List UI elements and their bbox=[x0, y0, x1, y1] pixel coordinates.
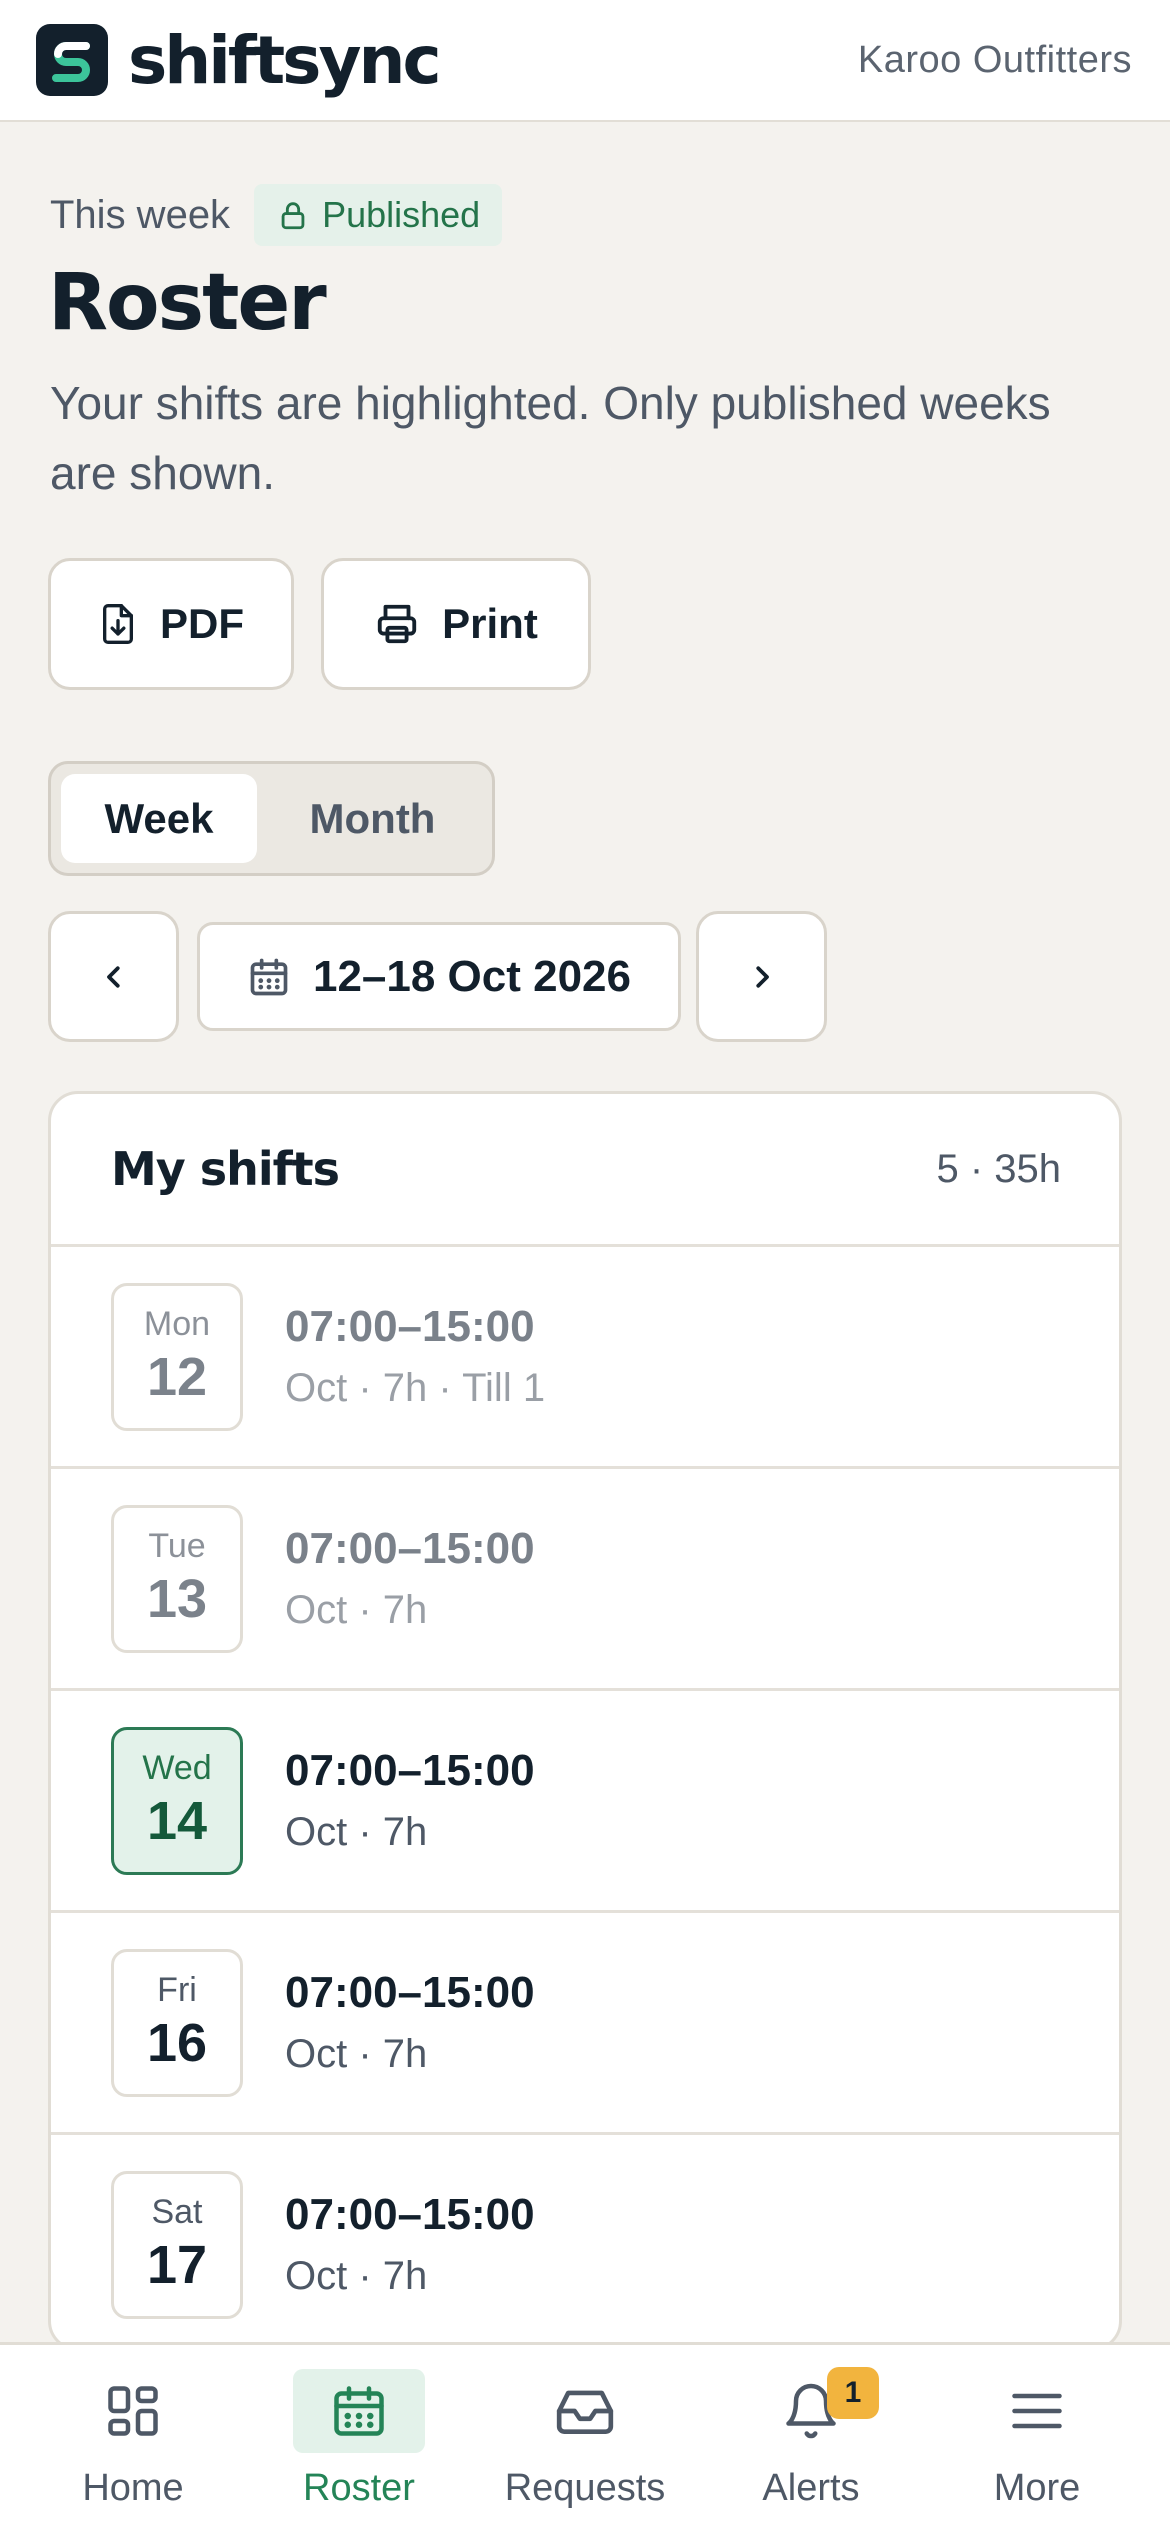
nav-label-home: Home bbox=[82, 2467, 184, 2509]
print-button-label: Print bbox=[442, 600, 538, 647]
page-subtitle: Your shifts are highlighted. Only publis… bbox=[50, 377, 1051, 499]
nav-label-more: More bbox=[993, 2467, 1081, 2509]
chevron-left-icon bbox=[106, 965, 120, 988]
calendar-icon bbox=[334, 2386, 384, 2436]
calendar-icon bbox=[250, 958, 288, 995]
nav-icon-container bbox=[67, 2369, 199, 2453]
my-shifts-card: My shifts 5 · 35h Mon 12 07:00–15:00 Oct… bbox=[48, 1091, 1122, 2351]
shift-meta: Oct · 7h bbox=[285, 1810, 428, 1854]
shift-meta: Oct · 7h bbox=[285, 1588, 428, 1632]
view-toggle: Week Month bbox=[48, 761, 495, 876]
nav-icon-container bbox=[971, 2369, 1103, 2453]
tab-week[interactable]: Week bbox=[61, 774, 257, 863]
nav-label-alerts: Alerts bbox=[762, 2467, 860, 2509]
nav-item-alerts[interactable]: 1 Alerts bbox=[711, 2367, 911, 2510]
shift-row[interactable]: Sat 17 07:00–15:00 Oct · 7h bbox=[51, 2135, 1119, 2348]
organization-name[interactable]: Karoo Outfitters bbox=[858, 39, 1132, 82]
nav-label-roster: Roster bbox=[303, 2467, 415, 2509]
eyebrow-text: This week bbox=[50, 192, 231, 237]
shift-day-name: Wed bbox=[142, 1749, 212, 1787]
brand-name: shiftsync bbox=[128, 21, 442, 99]
shift-meta: Oct · 7h bbox=[285, 2254, 428, 2298]
shift-details: 07:00–15:00 Oct · 7h bbox=[285, 1746, 535, 1855]
shift-day-name: Mon bbox=[143, 1305, 211, 1343]
shift-day-number: 12 bbox=[146, 1347, 208, 1407]
shift-time: 07:00–15:00 bbox=[285, 2190, 535, 2239]
shift-date-box: Sat 17 bbox=[111, 2170, 243, 2319]
shift-row-today[interactable]: Wed 14 07:00–15:00 Oct · 7h bbox=[51, 1691, 1119, 1913]
shift-date-box: Mon 12 bbox=[111, 1282, 243, 1431]
print-button[interactable]: Print bbox=[321, 558, 591, 690]
shift-time: 07:00–15:00 bbox=[285, 1524, 535, 1573]
shift-row[interactable]: Mon 12 07:00–15:00 Oct · 7h · Till 1 bbox=[51, 1247, 1119, 1469]
shift-time: 07:00–15:00 bbox=[285, 1968, 535, 2017]
shift-day-name: Sat bbox=[151, 2193, 203, 2231]
nav-item-roster[interactable]: Roster bbox=[259, 2369, 459, 2510]
shiftsync-logo-icon bbox=[36, 24, 108, 96]
pdf-button-label: PDF bbox=[160, 600, 244, 647]
shift-meta: Oct · 7h · Till 1 bbox=[285, 1366, 546, 1410]
printer-icon bbox=[377, 604, 417, 644]
shift-date-box: Wed 14 bbox=[111, 1726, 243, 1875]
inbox-tray-icon bbox=[556, 2390, 614, 2434]
bottom-nav: Home Roster Requests 1 Alerts More bbox=[0, 2342, 1170, 2532]
date-range-label: 12–18 Oct 2026 bbox=[312, 951, 632, 1001]
shift-time: 07:00–15:00 bbox=[285, 1302, 535, 1351]
tab-month[interactable]: Month bbox=[263, 774, 482, 863]
shift-date-box: Fri 16 bbox=[111, 1948, 243, 2097]
shift-day-number: 13 bbox=[146, 1569, 208, 1629]
file-download-icon bbox=[103, 604, 133, 644]
shift-day-number: 14 bbox=[146, 1791, 208, 1851]
nav-item-requests[interactable]: Requests bbox=[485, 2369, 685, 2510]
shift-day-name: Tue bbox=[148, 1527, 206, 1565]
shift-row[interactable]: Tue 13 07:00–15:00 Oct · 7h bbox=[51, 1469, 1119, 1691]
shift-details: 07:00–15:00 Oct · 7h bbox=[285, 2190, 535, 2299]
shift-day-number: 16 bbox=[146, 2013, 208, 2073]
published-badge-label: Published bbox=[322, 194, 481, 235]
page-title: Roster bbox=[48, 258, 327, 348]
shift-details: 07:00–15:00 Oct · 7h bbox=[285, 1524, 535, 1633]
top-bar: shiftsync Karoo Outfitters bbox=[0, 0, 1170, 122]
eyebrow-row: This week Published bbox=[50, 184, 503, 246]
date-range-picker[interactable]: 12–18 Oct 2026 bbox=[197, 922, 681, 1031]
nav-label-requests: Requests bbox=[504, 2467, 666, 2509]
shift-details: 07:00–15:00 Oct · 7h bbox=[285, 1968, 535, 2077]
my-shifts-header: My shifts 5 · 35h bbox=[51, 1094, 1119, 1247]
brand[interactable]: shiftsync bbox=[36, 21, 442, 99]
nav-item-home[interactable]: Home bbox=[33, 2369, 233, 2510]
shift-time: 07:00–15:00 bbox=[285, 1746, 535, 1795]
shift-day-number: 17 bbox=[146, 2235, 208, 2295]
published-badge: Published bbox=[254, 184, 503, 246]
pdf-button[interactable]: PDF bbox=[48, 558, 294, 690]
shift-details: 07:00–15:00 Oct · 7h · Till 1 bbox=[285, 1302, 545, 1411]
shift-date-box: Tue 13 bbox=[111, 1504, 243, 1653]
chevron-right-icon bbox=[755, 965, 769, 988]
previous-week-button[interactable] bbox=[48, 911, 179, 1042]
nav-icon-container bbox=[519, 2369, 651, 2453]
nav-icon-container: 1 bbox=[745, 2367, 879, 2453]
shift-day-name: Fri bbox=[157, 1971, 197, 2009]
dashboard-grid-icon bbox=[108, 2386, 158, 2436]
next-week-button[interactable] bbox=[696, 911, 827, 1042]
nav-item-more[interactable]: More bbox=[937, 2369, 1137, 2510]
my-shifts-title: My shifts bbox=[111, 1142, 340, 1196]
alerts-count-badge: 1 bbox=[827, 2367, 879, 2419]
my-shifts-summary: 5 · 35h bbox=[936, 1146, 1061, 1191]
hamburger-menu-icon bbox=[1012, 2393, 1062, 2429]
nav-icon-container bbox=[293, 2369, 425, 2453]
lock-icon bbox=[281, 202, 305, 230]
shift-row[interactable]: Fri 16 07:00–15:00 Oct · 7h bbox=[51, 1913, 1119, 2135]
shift-meta: Oct · 7h bbox=[285, 2032, 428, 2076]
